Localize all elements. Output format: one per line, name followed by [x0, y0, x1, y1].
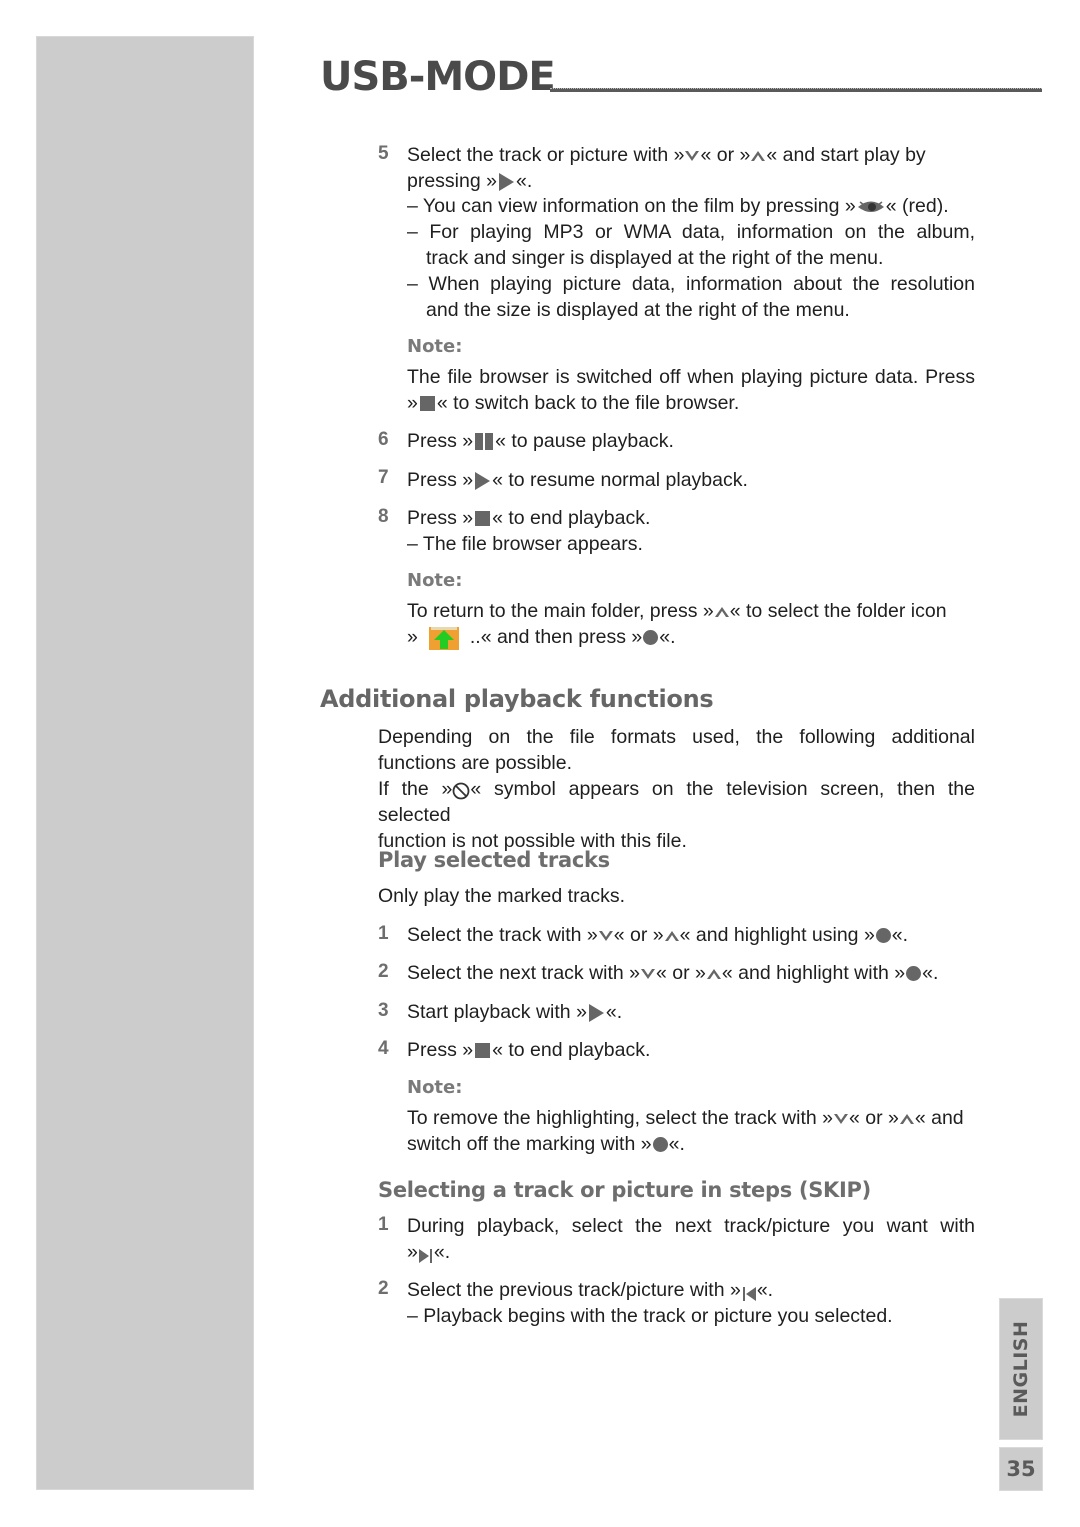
- arrow-down-icon: [640, 968, 656, 980]
- arrow-up-icon: [714, 606, 730, 618]
- step-number: 3: [378, 1000, 389, 1021]
- subsection-intro: Only play the marked tracks.: [378, 885, 626, 907]
- step-number: 8: [378, 506, 389, 527]
- play-step-4: Press » « to end playback.: [407, 1039, 651, 1061]
- folder-up-icon: [428, 625, 460, 651]
- language-tab: ENGLISH: [999, 1298, 1043, 1440]
- skip-step-1: During playback, select the next track/p…: [407, 1215, 975, 1263]
- step-6: Press » « to pause playback.: [407, 430, 674, 452]
- step-number: 1: [378, 1214, 389, 1235]
- step-number: 2: [378, 961, 389, 982]
- header-rule: [550, 88, 1042, 92]
- step-number: 5: [378, 143, 389, 164]
- note-3-text: To remove the highlighting, select the t…: [407, 1107, 964, 1155]
- note-1-text: The file browser is switched off when pl…: [407, 366, 975, 414]
- play-step-3: Start playback with » «.: [407, 1001, 623, 1023]
- note-2-text: To return to the main folder, press » « t…: [407, 598, 975, 651]
- skip-step-2: Select the previous track/picture with »…: [407, 1279, 893, 1327]
- arrow-down-icon: [598, 930, 614, 942]
- note-label: Note:: [407, 1077, 463, 1098]
- ok-dot-icon: [643, 630, 659, 646]
- eye-icon: [856, 198, 886, 216]
- step-8: Press » « to end playback. – The file bro…: [407, 507, 651, 555]
- arrow-up-icon: [899, 1113, 915, 1125]
- ok-dot-icon: [875, 928, 891, 944]
- step-number: 1: [378, 923, 389, 944]
- play-icon: [498, 172, 514, 191]
- stop-icon: [419, 396, 435, 412]
- pause-icon: [475, 433, 494, 451]
- section-heading: Additional playback functions: [320, 685, 714, 713]
- stop-icon: [475, 511, 491, 527]
- page-title: USB-MODE: [320, 54, 556, 100]
- subsection-heading: Play selected tracks: [378, 848, 610, 872]
- play-step-1: Select the track with » « or » « and highl…: [407, 924, 909, 946]
- arrow-up-icon: [706, 968, 722, 980]
- ok-dot-icon: [652, 1137, 668, 1153]
- play-icon: [475, 471, 491, 490]
- page-side-band: [36, 36, 254, 1490]
- arrow-up-icon: [664, 930, 680, 942]
- play-step-2: Select the next track with » « or » « and …: [407, 962, 939, 984]
- subsection-heading: Selecting a track or picture in steps (S…: [378, 1178, 871, 1202]
- ok-dot-icon: [906, 966, 922, 982]
- arrow-down-icon: [684, 150, 700, 162]
- page-header: USB-MODE: [320, 52, 1042, 102]
- note-label: Note:: [407, 570, 463, 591]
- arrow-up-icon: [750, 150, 766, 162]
- play-icon: [588, 1003, 604, 1022]
- step-number: 4: [378, 1038, 389, 1059]
- note-label: Note:: [407, 336, 463, 357]
- step-5: Select the track or picture with » « or »…: [407, 144, 975, 321]
- step-number: 7: [378, 467, 389, 488]
- skip-next-icon: [418, 1245, 434, 1263]
- step-number: 2: [378, 1278, 389, 1299]
- stop-icon: [475, 1043, 491, 1059]
- section-intro: Depending on the file formats used, the …: [378, 726, 976, 852]
- skip-previous-icon: [741, 1283, 757, 1301]
- step-7: Press » « to resume normal playback.: [407, 469, 748, 491]
- step-number: 6: [378, 429, 389, 450]
- prohibited-icon: [452, 781, 470, 800]
- arrow-down-icon: [833, 1113, 849, 1125]
- page-number: 35: [999, 1447, 1043, 1491]
